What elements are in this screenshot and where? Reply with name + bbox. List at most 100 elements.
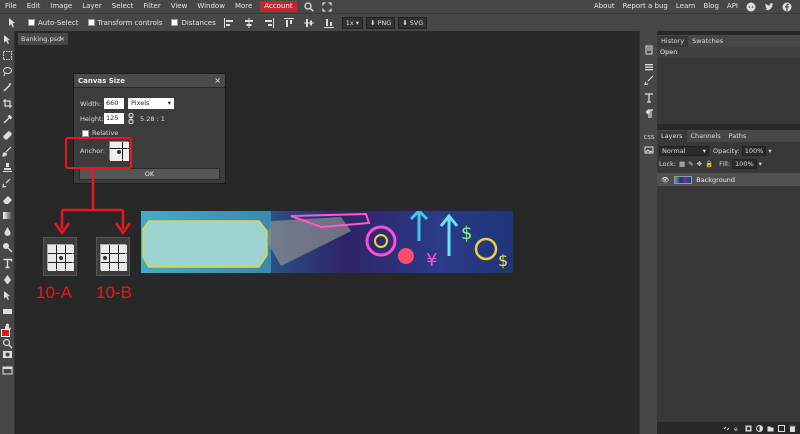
transform-controls-checkbox[interactable] [87, 19, 95, 26]
healing-brush-tool-icon[interactable] [2, 130, 13, 141]
gradient-tool-icon[interactable] [2, 210, 13, 221]
link-api[interactable]: API [723, 0, 742, 13]
menu-image[interactable]: Image [45, 0, 77, 13]
export-svg-button[interactable]: ⬇ SVG [398, 16, 428, 29]
align-center-icon[interactable] [243, 17, 255, 29]
dialog-header[interactable]: Canvas Size × [74, 74, 225, 88]
trash-icon[interactable] [789, 425, 796, 432]
eraser-tool-icon[interactable] [2, 194, 13, 205]
image-panel-icon[interactable] [643, 145, 655, 157]
ok-button[interactable]: OK [79, 168, 220, 180]
new-layer-icon[interactable] [778, 424, 785, 432]
type-tool-icon[interactable] [2, 258, 13, 269]
search-icon[interactable] [303, 1, 315, 13]
link-layers-icon[interactable] [723, 425, 730, 432]
tab-layers[interactable]: Layers [657, 131, 687, 142]
auto-select-checkbox[interactable] [28, 19, 35, 26]
tab-history[interactable]: History [657, 36, 689, 47]
opacity-input[interactable]: 100% [741, 145, 767, 156]
adjustment-layer-icon[interactable] [756, 424, 763, 432]
menu-filter[interactable]: Filter [138, 0, 165, 13]
chevron-down-icon[interactable]: ▾ [759, 160, 762, 168]
link-learn[interactable]: Learn [672, 0, 700, 13]
align-left-icon[interactable] [223, 17, 235, 29]
eye-icon[interactable]: 👁 [661, 176, 669, 184]
align-bottom-icon[interactable] [323, 17, 335, 29]
close-icon[interactable]: × [214, 74, 221, 88]
dodge-tool-icon[interactable] [2, 242, 13, 253]
history-brush-tool-icon[interactable] [2, 178, 13, 189]
lasso-tool-icon[interactable] [2, 66, 13, 77]
height-row: Height: 125 5.28 : 1 [80, 113, 165, 124]
tab-swatches[interactable]: Swatches [688, 36, 727, 47]
lock-all-icon[interactable]: 🔒 [705, 160, 713, 168]
zoom-select[interactable]: 1x ▾ [341, 16, 363, 29]
history-panel-icon[interactable] [643, 45, 655, 57]
properties-panel-icon[interactable] [643, 62, 655, 74]
layer-row-background[interactable]: 👁 Background [657, 173, 800, 186]
marquee-tool-icon[interactable] [2, 50, 13, 61]
brush-panel-icon[interactable] [643, 75, 655, 87]
menu-window[interactable]: Window [192, 0, 230, 13]
lock-move-icon[interactable]: ✥ [697, 160, 702, 168]
label-10-b: 10-B [96, 283, 132, 302]
chevron-down-icon: ▾ [355, 18, 359, 27]
photopea-app: File Edit Image Layer Select Filter View… [0, 0, 800, 434]
fullscreen-icon[interactable] [321, 1, 333, 13]
blend-mode-select[interactable]: Normal ▾ [659, 145, 709, 156]
menu-layer[interactable]: Layer [77, 0, 107, 13]
align-right-icon[interactable] [263, 17, 275, 29]
rectangle-tool-icon[interactable] [2, 306, 13, 317]
twitter-icon[interactable] [763, 1, 775, 13]
menu-select[interactable]: Select [107, 0, 139, 13]
relative-checkbox[interactable] [82, 129, 89, 137]
export-png-button[interactable]: ⬇ PNG [366, 16, 396, 29]
crop-tool-icon[interactable] [2, 98, 13, 109]
fill-input[interactable]: 100% [732, 158, 757, 169]
height-input[interactable]: 125 [104, 113, 124, 124]
width-input[interactable]: 660 [104, 98, 124, 109]
tab-paths[interactable]: Paths [725, 131, 751, 142]
magic-wand-tool-icon[interactable] [2, 82, 13, 93]
link-report-bug[interactable]: Report a bug [619, 0, 672, 13]
chevron-down-icon[interactable]: ▾ [768, 147, 771, 155]
lock-paint-icon[interactable]: ✎ [688, 160, 693, 168]
move-tool-icon[interactable] [6, 17, 18, 29]
unit-select[interactable]: Pixels ▾ [128, 98, 174, 109]
eyedropper-tool-icon[interactable] [2, 114, 13, 125]
pen-tool-icon[interactable] [2, 274, 13, 285]
link-about[interactable]: About [590, 0, 619, 13]
screen-mode-icon[interactable] [2, 365, 13, 376]
menu-view[interactable]: View [166, 0, 193, 13]
tab-channels[interactable]: Channels [687, 131, 725, 142]
link-chain-icon[interactable] [128, 113, 134, 124]
distances-checkbox[interactable] [171, 19, 179, 26]
move-tool-icon[interactable] [2, 34, 13, 45]
menu-edit[interactable]: Edit [22, 0, 46, 13]
close-icon[interactable]: × [60, 33, 65, 45]
character-panel-icon[interactable] [643, 93, 655, 105]
foreground-color-swatch[interactable] [1, 329, 10, 337]
panel-icon-strip: CSS [639, 31, 657, 434]
account-button[interactable]: Account [260, 1, 297, 12]
facebook-icon[interactable] [781, 1, 793, 13]
clone-stamp-tool-icon[interactable] [2, 162, 13, 173]
folder-icon[interactable] [767, 425, 774, 432]
link-blog[interactable]: Blog [699, 0, 722, 13]
quick-mask-icon[interactable] [2, 349, 13, 360]
menu-file[interactable]: File [0, 0, 22, 13]
blur-tool-icon[interactable] [2, 226, 13, 237]
align-top-icon[interactable] [283, 17, 295, 29]
document-tab[interactable]: Banking.psd × [18, 33, 68, 45]
fx-icon[interactable]: e [734, 425, 741, 433]
history-item[interactable]: Open [657, 47, 800, 58]
lock-transparency-icon[interactable]: ▦ [679, 160, 685, 168]
css-panel-icon[interactable]: CSS [643, 132, 655, 144]
brush-tool-icon[interactable] [2, 146, 13, 157]
path-select-tool-icon[interactable] [2, 290, 13, 301]
paragraph-panel-icon[interactable] [643, 109, 655, 121]
mask-icon[interactable] [745, 425, 752, 432]
align-middle-icon[interactable] [303, 17, 315, 29]
reddit-icon[interactable] [745, 1, 757, 13]
menu-more[interactable]: More [230, 0, 257, 13]
